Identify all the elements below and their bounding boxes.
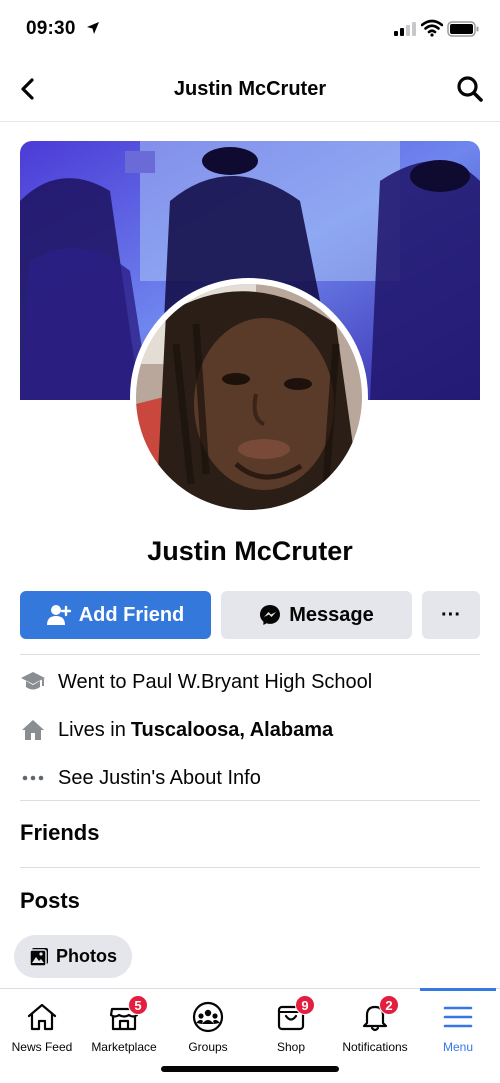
status-bar: 09:30 — [0, 0, 500, 58]
see-about-row[interactable]: See Justin's About Info — [20, 763, 480, 793]
tab-news-feed[interactable]: News Feed — [0, 989, 84, 1059]
tab-shop[interactable]: 9 Shop — [249, 989, 333, 1059]
profile-name: Justin McCruter — [147, 536, 353, 566]
home-indicator[interactable] — [161, 1066, 339, 1072]
tab-menu[interactable]: Menu — [416, 989, 500, 1059]
photos-icon — [29, 947, 48, 967]
signal-icon — [394, 22, 416, 36]
search-icon[interactable] — [456, 75, 484, 103]
tab-notifications[interactable]: 2 Notifications — [333, 989, 417, 1059]
photos-button[interactable]: Photos — [14, 935, 132, 978]
profile-avatar[interactable] — [130, 278, 368, 516]
education-text: Went to Paul W.Bryant High School — [58, 670, 373, 693]
page-title: Justin McCruter — [173, 78, 327, 100]
tab-label: Shop — [276, 1040, 306, 1054]
nav-header: Justin McCruter — [0, 58, 500, 122]
add-friend-label: Add Friend — [78, 603, 185, 626]
home-icon — [27, 1003, 57, 1031]
add-friend-button[interactable]: Add Friend — [20, 591, 211, 639]
tab-groups[interactable]: Groups — [166, 989, 250, 1059]
notifications-badge: 2 — [379, 995, 399, 1015]
message-button[interactable]: Message — [221, 591, 412, 639]
education-row[interactable]: Went to Paul W.Bryant High School — [20, 667, 480, 697]
menu-icon — [443, 1006, 473, 1028]
tab-label: Menu — [442, 1040, 474, 1054]
wifi-icon — [421, 19, 443, 37]
tab-label: Groups — [188, 1040, 228, 1054]
graduation-cap-icon — [20, 669, 46, 695]
status-time: 09:30 — [26, 18, 76, 39]
tab-label: Marketplace — [91, 1040, 157, 1054]
tab-label: Notifications — [342, 1040, 408, 1054]
divider — [20, 867, 480, 868]
message-label: Message — [289, 603, 374, 626]
groups-icon — [192, 1001, 224, 1033]
home-icon — [20, 717, 46, 743]
more-dots-icon — [20, 765, 46, 791]
location-arrow-icon — [87, 22, 99, 34]
friends-heading[interactable]: Friends — [20, 820, 99, 846]
see-about-text: See Justin's About Info — [58, 766, 261, 789]
lives-in-prefix: Lives in — [58, 718, 126, 741]
more-dots-icon: ··· — [441, 603, 461, 626]
battery-icon — [447, 21, 479, 37]
photos-label: Photos — [56, 946, 117, 966]
divider — [20, 800, 480, 801]
tab-label: News Feed — [11, 1040, 73, 1054]
posts-heading: Posts — [20, 888, 80, 913]
tab-marketplace[interactable]: 5 Marketplace — [82, 989, 166, 1059]
shop-badge: 9 — [295, 995, 315, 1015]
lives-in-row[interactable]: Lives in Tuscaloosa, Alabama — [20, 715, 480, 745]
marketplace-badge: 5 — [128, 995, 148, 1015]
add-friend-icon — [46, 605, 71, 625]
lives-in-place[interactable]: Tuscaloosa, Alabama — [131, 719, 333, 742]
messenger-icon — [260, 605, 281, 625]
divider — [20, 654, 480, 655]
more-options-button[interactable]: ··· — [422, 591, 480, 639]
